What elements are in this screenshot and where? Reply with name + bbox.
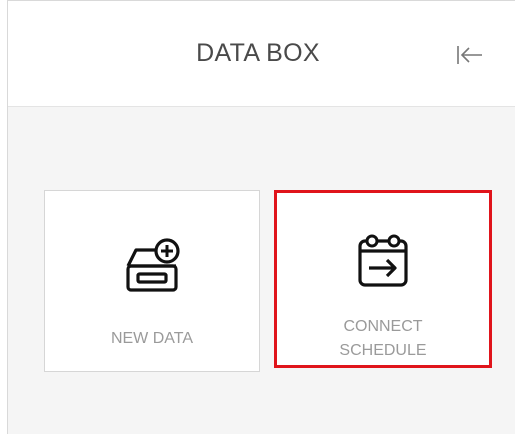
add-box-icon [122,236,182,299]
connect-schedule-label-line1: CONNECT [343,318,423,335]
collapse-left-icon[interactable] [452,41,486,69]
panel-title: DATA BOX [196,39,320,67]
new-data-label: NEW DATA [110,330,194,347]
connect-schedule-label-line2: SCHEDULE [339,342,427,359]
calendar-arrow-icon [355,231,411,294]
connect-schedule-button[interactable]: CONNECT SCHEDULE [274,190,492,368]
data-box-panel: DATA BOX NEW DATA CONNECT SCHEDULE [7,0,515,434]
new-data-button[interactable]: NEW DATA [44,190,260,372]
panel-header: DATA BOX [8,1,515,107]
